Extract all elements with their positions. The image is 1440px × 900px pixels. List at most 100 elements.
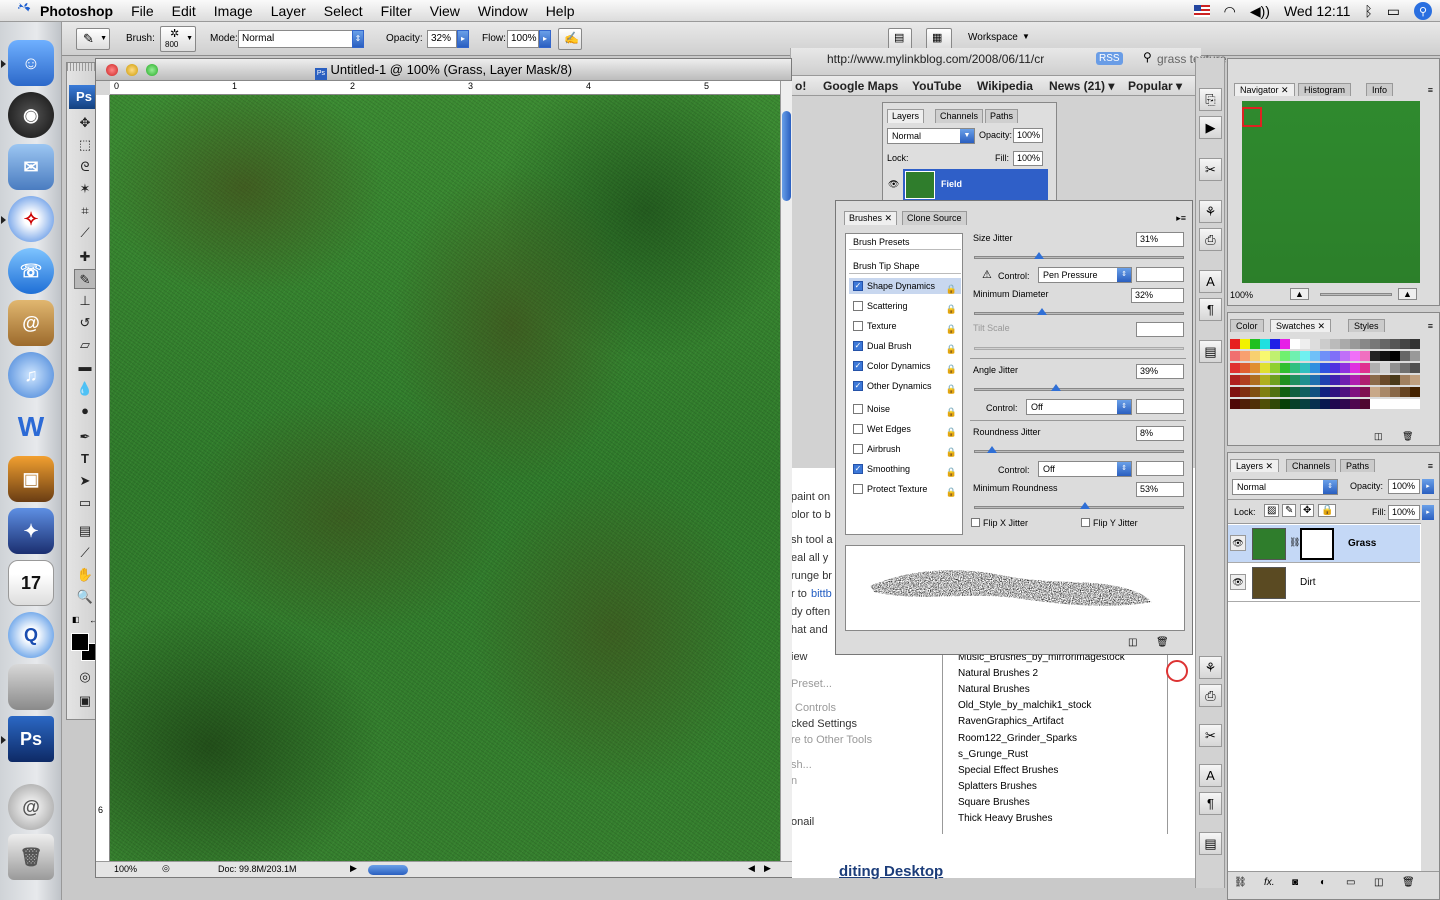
lock-icon[interactable]: 🔒 xyxy=(946,404,957,420)
network-icon[interactable]: @ xyxy=(8,784,54,830)
layer-name[interactable]: Grass xyxy=(1348,538,1376,549)
status-arrow-icon[interactable]: ▶ xyxy=(350,863,357,874)
preset-item[interactable]: Room122_Grinder_Sparks xyxy=(958,733,1077,744)
checkbox[interactable]: ✓ xyxy=(853,464,863,474)
new-layer-icon[interactable]: ◫ xyxy=(1374,877,1383,888)
preset-item[interactable]: s_Grunge_Rust xyxy=(958,749,1028,760)
swatch[interactable] xyxy=(1320,387,1330,397)
swatch[interactable] xyxy=(1360,399,1370,409)
swatch[interactable] xyxy=(1370,399,1380,409)
lock-icon[interactable]: 🔒 xyxy=(946,444,957,460)
opacity-input[interactable]: 100% xyxy=(1013,128,1043,143)
menu-fragment[interactable]: Controls xyxy=(795,702,836,714)
scroll-right-icon[interactable]: ▶ xyxy=(764,863,771,874)
brush-tool-preset-button[interactable]: ✎ ▼ xyxy=(76,28,110,50)
eraser-tool-icon[interactable]: ▱ xyxy=(74,335,96,355)
swatch[interactable] xyxy=(1290,399,1300,409)
swatch[interactable] xyxy=(1230,387,1240,397)
swatch[interactable] xyxy=(1330,363,1340,373)
swatch[interactable] xyxy=(1230,399,1240,409)
angle-control-select[interactable]: Off ⇕ xyxy=(1026,399,1132,415)
tab-layers-secondary[interactable]: Layers xyxy=(887,109,925,123)
swatch[interactable] xyxy=(1400,399,1410,409)
opacity-arrow-icon[interactable]: ▸ xyxy=(1422,479,1434,494)
history-panel-icon[interactable]: ⎘ xyxy=(1199,88,1222,111)
zoom-in-icon[interactable]: ▲ xyxy=(1398,288,1417,300)
swatch[interactable] xyxy=(1230,351,1240,361)
menu-fragment[interactable]: cked Settings xyxy=(791,718,857,730)
menu-fragment[interactable]: Preset... xyxy=(791,678,832,690)
swatch[interactable] xyxy=(1240,399,1250,409)
flow-slider-button[interactable]: ▸ xyxy=(539,30,551,48)
bottom-heading[interactable]: diting Desktop xyxy=(839,863,943,880)
slider-thumb[interactable] xyxy=(1080,502,1091,509)
zoom-out-icon[interactable]: ▲ xyxy=(1290,288,1309,300)
flow-input[interactable]: 100% xyxy=(507,30,539,48)
tab-channels-secondary[interactable]: Channels xyxy=(935,109,984,123)
bookmark-popular[interactable]: Popular ▾ xyxy=(1128,79,1182,93)
roundness-jitter-input[interactable]: 8% xyxy=(1136,426,1184,441)
move-tool-icon[interactable]: ✥ xyxy=(74,113,96,133)
lock-icon[interactable]: 🔒 xyxy=(946,381,957,397)
noise-item[interactable]: Noise 🔒 xyxy=(849,401,961,417)
address-book-icon[interactable]: @ xyxy=(8,300,54,346)
size-control-select[interactable]: Pen Pressure ⇕ xyxy=(1038,267,1132,283)
swatch[interactable] xyxy=(1270,351,1280,361)
blend-mode-select[interactable]: Normal ⇕ xyxy=(1232,479,1338,495)
swatch[interactable] xyxy=(1350,387,1360,397)
swatch[interactable] xyxy=(1380,387,1390,397)
tilt-scale-input[interactable] xyxy=(1136,322,1184,337)
boot-camp-icon[interactable] xyxy=(8,664,54,710)
tab-clone-source[interactable]: Clone Source xyxy=(902,211,967,225)
roundness-control-select[interactable]: Off ⇕ xyxy=(1038,461,1132,477)
navigator-zoom[interactable]: 100% xyxy=(1230,290,1253,300)
checkbox[interactable] xyxy=(853,404,863,414)
tool-presets-icon[interactable]: ✂ xyxy=(1199,158,1222,181)
swatch[interactable] xyxy=(1340,339,1350,349)
swatch[interactable] xyxy=(1370,375,1380,385)
tab-channels[interactable]: Channels xyxy=(1286,459,1337,472)
swatch[interactable] xyxy=(1260,399,1270,409)
swatch[interactable] xyxy=(1310,339,1320,349)
eye-icon[interactable]: 👁 xyxy=(888,179,899,190)
swatch[interactable] xyxy=(1280,375,1290,385)
swatch[interactable] xyxy=(1390,387,1400,397)
swatch[interactable] xyxy=(1390,339,1400,349)
angle-control-field[interactable] xyxy=(1136,399,1184,414)
swatch[interactable] xyxy=(1370,363,1380,373)
app-menu[interactable]: Photoshop xyxy=(36,3,122,19)
swatch[interactable] xyxy=(1240,363,1250,373)
preset-item[interactable]: Thick Heavy Brushes xyxy=(958,813,1052,824)
checkbox[interactable] xyxy=(853,424,863,434)
horizontal-scroll-thumb[interactable] xyxy=(368,865,408,875)
actions-panel-icon[interactable]: ▶ xyxy=(1199,116,1222,139)
clone-source-icon-2[interactable]: ⎙ xyxy=(1199,684,1222,707)
bookmark-google-maps[interactable]: Google Maps xyxy=(823,79,898,93)
menu-image[interactable]: Image xyxy=(205,3,262,19)
delete-swatch-icon[interactable]: 🗑 xyxy=(1402,431,1413,442)
layer-row-dirt[interactable]: 👁 Dirt xyxy=(1228,564,1420,602)
swatch[interactable] xyxy=(1390,399,1400,409)
brushes-panel-icon[interactable]: ⚘ xyxy=(1199,200,1222,223)
wet-edges-item[interactable]: Wet Edges 🔒 xyxy=(849,421,961,437)
swatch[interactable] xyxy=(1380,375,1390,385)
menu-view[interactable]: View xyxy=(421,3,469,19)
swatch[interactable] xyxy=(1270,363,1280,373)
panel-menu-icon[interactable]: ▸≡ xyxy=(1176,213,1186,224)
character-panel-icon[interactable]: A xyxy=(1199,270,1222,293)
swatch[interactable] xyxy=(1310,387,1320,397)
brush-presets-item[interactable]: Brush Presets xyxy=(849,234,961,250)
dodge-tool-icon[interactable]: ● xyxy=(74,401,96,421)
brush-tip-shape-item[interactable]: Brush Tip Shape xyxy=(849,258,961,274)
eyedropper-icon[interactable]: ⟋ xyxy=(74,543,96,563)
lock-position-icon[interactable]: ✥ xyxy=(1300,504,1315,517)
new-group-icon[interactable]: ▭ xyxy=(1346,877,1355,888)
minimize-button[interactable] xyxy=(126,64,138,76)
tab-layers[interactable]: Layers ✕ xyxy=(1230,459,1280,472)
swatch[interactable] xyxy=(1380,339,1390,349)
swatch[interactable] xyxy=(1300,375,1310,385)
volume-icon[interactable]: ◀)) xyxy=(1250,3,1270,20)
flip-y-checkbox[interactable] xyxy=(1081,518,1090,527)
smoothing-item[interactable]: ✓ Smoothing 🔒 xyxy=(849,461,961,477)
texture-item[interactable]: Texture 🔒 xyxy=(849,318,961,334)
